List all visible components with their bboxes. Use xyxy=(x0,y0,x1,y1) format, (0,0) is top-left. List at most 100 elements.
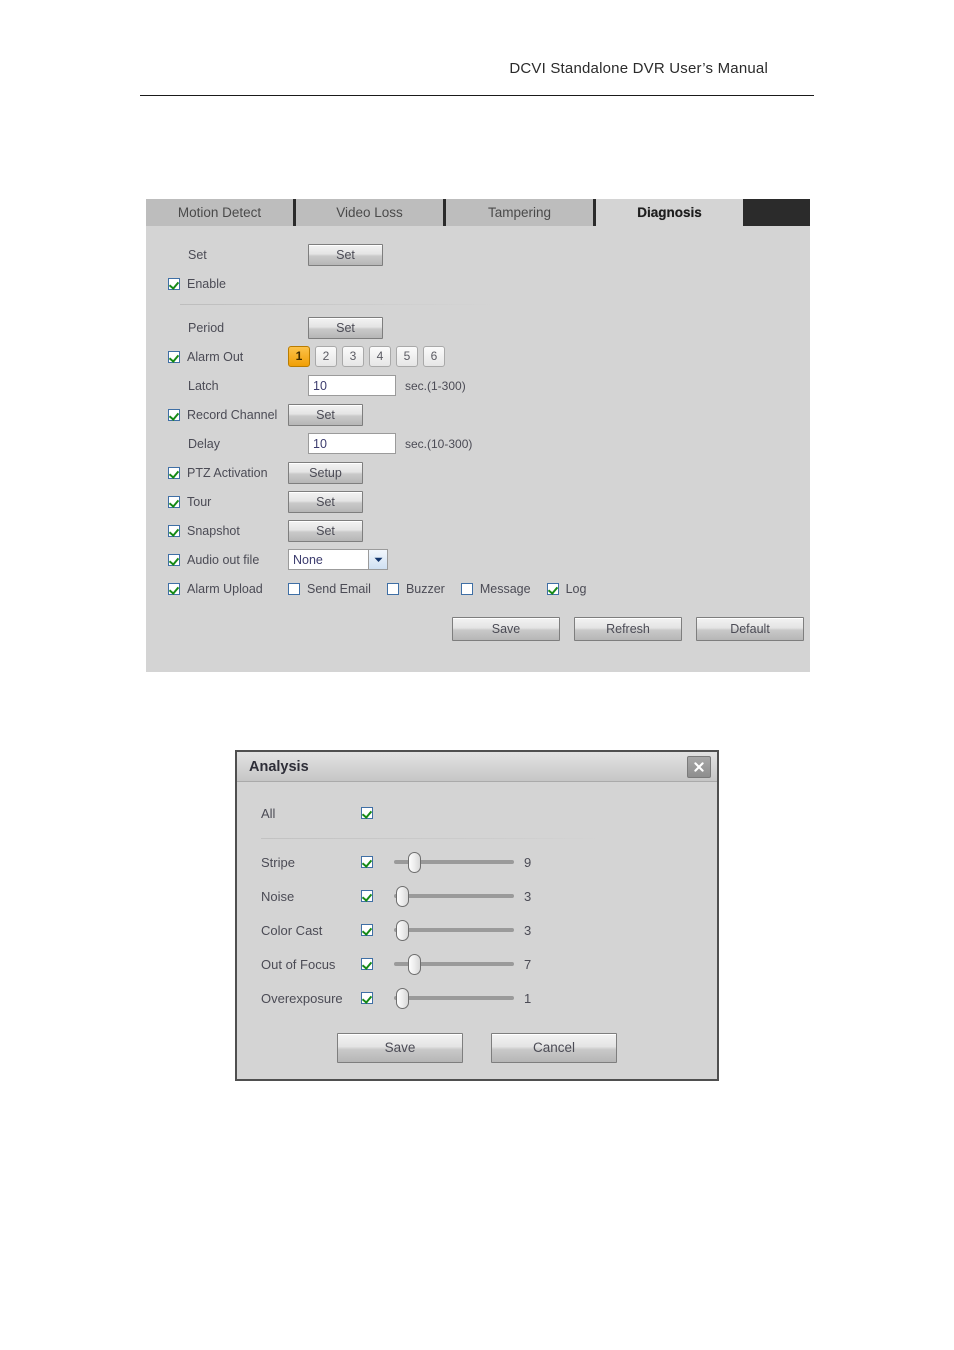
color-cast-slider-wrap: 3 xyxy=(394,919,538,941)
row-delay: Delay sec.(10-300) xyxy=(146,429,810,458)
latch-label: Latch xyxy=(188,378,219,393)
buzzer-label: Buzzer xyxy=(405,581,445,596)
noise-value: 3 xyxy=(524,888,532,904)
slider-handle[interactable] xyxy=(408,954,422,975)
snapshot-label: Snapshot xyxy=(187,523,240,538)
out-of-focus-value: 7 xyxy=(524,956,532,972)
color-cast-checkbox[interactable] xyxy=(361,924,373,936)
record-channel-label: Record Channel xyxy=(187,407,278,422)
tour-label: Tour xyxy=(187,494,212,509)
overexposure-slider-wrap: 1 xyxy=(394,987,538,1009)
row-stripe: Stripe 9 xyxy=(237,845,717,879)
all-label: All xyxy=(261,805,276,821)
record-channel-set-button[interactable]: Set xyxy=(288,403,363,426)
tab-diagnosis[interactable]: Diagnosis xyxy=(596,199,743,226)
out-of-focus-label: Out of Focus xyxy=(261,956,336,972)
slider-handle[interactable] xyxy=(396,988,410,1009)
tab-label: Diagnosis xyxy=(637,205,702,220)
alarm-upload-checkbox[interactable] xyxy=(168,582,180,595)
alarm-out-checkbox[interactable] xyxy=(168,350,180,363)
alarm-out-channel-6[interactable]: 6 xyxy=(423,346,445,367)
stripe-slider-wrap: 9 xyxy=(394,851,538,873)
analysis-cancel-button[interactable]: Cancel xyxy=(491,1033,617,1063)
set-label: Set xyxy=(188,247,207,262)
tour-set-button[interactable]: Set xyxy=(288,490,363,513)
noise-label: Noise xyxy=(261,888,295,904)
close-icon[interactable] xyxy=(687,755,711,778)
row-overexposure: Overexposure 1 xyxy=(237,981,717,1015)
audio-out-file-selected-value: None xyxy=(293,552,323,567)
stripe-checkbox[interactable] xyxy=(361,856,373,868)
tab-video-loss[interactable]: Video Loss xyxy=(296,199,443,226)
tab-motion-detect[interactable]: Motion Detect xyxy=(146,199,293,226)
row-record-channel: Record Channel Set xyxy=(146,400,810,429)
tab-label: Tampering xyxy=(487,205,552,220)
enable-checkbox[interactable] xyxy=(168,277,180,290)
row-color-cast: Color Cast 3 xyxy=(237,913,717,947)
send-email-checkbox[interactable] xyxy=(288,582,300,595)
ptz-activation-setup-button[interactable]: Setup xyxy=(288,461,363,484)
alarm-out-channel-2[interactable]: 2 xyxy=(315,346,337,367)
row-period: Period Set xyxy=(146,313,810,342)
audio-out-file-checkbox[interactable] xyxy=(168,553,180,566)
analysis-dialog-titlebar[interactable]: Analysis xyxy=(237,752,717,782)
snapshot-checkbox[interactable] xyxy=(168,524,180,537)
all-checkbox[interactable] xyxy=(361,807,373,819)
color-cast-slider[interactable] xyxy=(394,919,514,941)
buzzer-checkbox[interactable] xyxy=(386,582,399,595)
slider-handle[interactable] xyxy=(408,852,422,873)
out-of-focus-slider[interactable] xyxy=(394,953,514,975)
alarm-out-channel-1[interactable]: 1 xyxy=(288,346,310,367)
set-button[interactable]: Set xyxy=(308,243,383,266)
slider-handle[interactable] xyxy=(396,886,410,907)
overexposure-slider[interactable] xyxy=(394,987,514,1009)
alarm-out-channel-4[interactable]: 4 xyxy=(369,346,391,367)
row-enable: Enable xyxy=(146,269,810,298)
row-audio-out-file: Audio out file None xyxy=(146,545,810,574)
send-email-option[interactable]: Send Email xyxy=(288,582,371,596)
row-set: Set Set xyxy=(146,240,810,269)
section-divider xyxy=(180,304,500,305)
tour-checkbox[interactable] xyxy=(168,495,180,508)
log-checkbox[interactable] xyxy=(546,582,559,595)
period-set-button[interactable]: Set xyxy=(308,316,383,339)
alarm-out-channel-5[interactable]: 5 xyxy=(396,346,418,367)
out-of-focus-checkbox[interactable] xyxy=(361,958,373,970)
tab-tampering[interactable]: Tampering xyxy=(446,199,593,226)
default-button[interactable]: Default xyxy=(696,617,804,641)
page-header: DCVI Standalone DVR User’s Manual xyxy=(140,60,814,96)
analysis-dialog-body: All Stripe 9 Noise 3 Color Cast 3 Out of… xyxy=(237,782,717,1063)
row-latch: Latch sec.(1-300) xyxy=(146,371,810,400)
message-label: Message xyxy=(479,581,531,596)
color-cast-label: Color Cast xyxy=(261,922,323,938)
overexposure-label: Overexposure xyxy=(261,990,343,1006)
snapshot-set-button[interactable]: Set xyxy=(288,519,363,542)
chevron-down-icon[interactable] xyxy=(368,550,387,569)
audio-out-file-select[interactable]: None xyxy=(288,549,388,570)
send-email-label: Send Email xyxy=(307,581,371,596)
latch-input[interactable] xyxy=(308,375,396,396)
manual-title: DCVI Standalone DVR User’s Manual xyxy=(509,60,768,77)
delay-input[interactable] xyxy=(308,433,396,454)
save-button[interactable]: Save xyxy=(452,617,560,641)
stripe-slider[interactable] xyxy=(394,851,514,873)
log-option[interactable]: Log xyxy=(546,582,586,596)
record-channel-checkbox[interactable] xyxy=(168,408,180,421)
slider-handle[interactable] xyxy=(396,920,410,941)
analysis-save-button[interactable]: Save xyxy=(337,1033,463,1063)
tab-bar-filler xyxy=(746,199,810,226)
ptz-activation-checkbox[interactable] xyxy=(168,466,180,479)
alarm-out-channel-3[interactable]: 3 xyxy=(342,346,364,367)
message-option[interactable]: Message xyxy=(460,581,531,596)
overexposure-checkbox[interactable] xyxy=(361,992,373,1004)
noise-slider[interactable] xyxy=(394,885,514,907)
header-rule xyxy=(140,95,814,96)
buzzer-option[interactable]: Buzzer xyxy=(386,581,445,596)
audio-out-file-label: Audio out file xyxy=(187,552,260,567)
noise-checkbox[interactable] xyxy=(361,890,373,902)
message-checkbox[interactable] xyxy=(460,582,473,595)
tab-label: Motion Detect xyxy=(177,205,262,220)
period-label: Period xyxy=(188,320,225,335)
alarm-upload-label: Alarm Upload xyxy=(187,581,263,596)
refresh-button[interactable]: Refresh xyxy=(574,617,682,641)
